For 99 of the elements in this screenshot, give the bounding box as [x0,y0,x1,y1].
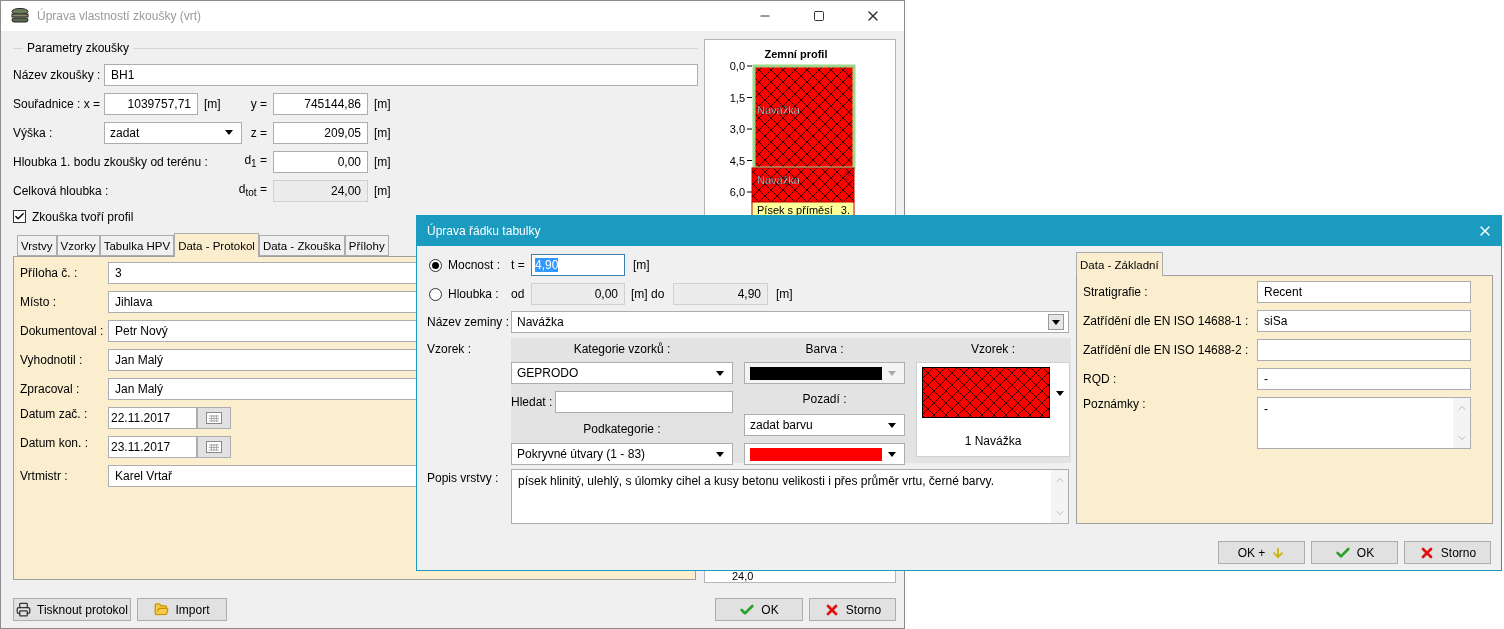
field-label: Zatřídění dle EN ISO 14688-2 : [1083,342,1250,357]
tab[interactable]: Data - Protokol [174,233,259,257]
input-field[interactable]: 4,90 [673,283,768,305]
dropdown-arrow-icon [888,370,896,376]
dropdown-arrow-icon [225,130,233,135]
tab[interactable]: Tabulka HPV [99,235,175,256]
radio-button[interactable] [429,287,442,301]
window-title: Úprava vlastností zkoušky (vrt) [37,9,202,23]
dropdown-arrow-icon [716,370,724,376]
dropdown[interactable]: zadat [104,121,242,144]
calendar-button[interactable] [197,436,231,458]
field-label: Souřadnice : x = [13,96,102,111]
tab[interactable]: Vzorky [56,235,100,256]
unit-label: [m] [373,154,392,169]
field-label: Celková hloubka : [13,183,110,198]
field-label: Stratigrafie : [1083,284,1149,299]
date-field[interactable]: 23.11.2017 [108,436,197,458]
pattern-picker[interactable]: 1 Navážka [916,362,1070,457]
depth-tick-label: 6,0 [729,186,745,198]
depth-tick-label: 3,0 [729,123,745,135]
depth-tick-label: 1,5 [729,91,745,104]
field-label: RQD : [1083,371,1118,386]
dropdown-arrow-icon [888,451,896,457]
tab[interactable]: Vrstvy [17,235,57,256]
radio-button[interactable] [429,258,442,272]
calendar-button[interactable] [197,407,231,429]
dialog-title: Úprava řádku tabulky [427,224,541,238]
dropdown[interactable]: Pokryvné útvary (1 - 83) [511,443,733,465]
symbol-label: d$_{1}$ = [243,153,268,170]
field-label: Zatřídění dle EN ISO 14688-1 : [1083,313,1250,328]
field-label: Příloha č. : [20,266,79,280]
import-button[interactable]: Import [137,598,227,621]
dropdown[interactable]: GEPRODO [511,362,733,384]
field-label: Hloubka 1. bodu zkoušky od terénu : [13,154,209,169]
dropdown-arrow-icon [1052,319,1060,325]
cancel-button[interactable]: Storno [809,598,896,621]
tab[interactable]: Data - Zkouška [258,235,345,256]
cancel-button[interactable]: Storno [1404,541,1491,564]
input-field[interactable]: 0,00 [273,150,368,173]
field-label: Dokumentoval : [20,324,105,338]
tab[interactable]: Data - Základní [1076,252,1163,276]
input-field[interactable]: 745144,86 [273,92,368,115]
input-field[interactable]: Recent [1257,281,1471,303]
unit-label: [m] [775,287,794,301]
depth-value: 24,0 [732,570,754,582]
column-heading: Pozadí : [801,392,848,406]
unit-label: [m] [203,96,222,111]
field-label: y = [249,96,268,111]
dropdown-arrow-icon [888,422,896,428]
folder-icon [154,602,170,617]
input-field[interactable] [1257,339,1471,361]
printer-icon [16,602,32,617]
calendar-icon [206,441,222,453]
calendar-icon [206,412,222,424]
depth-tick-label: 0,0 [729,60,745,72]
input-field[interactable]: - [1257,368,1471,390]
unit-label: [m] [373,183,392,198]
input-field[interactable]: 0,00 [531,283,625,305]
input-field[interactable]: BH1 [104,63,698,86]
field-label: Zpracoval : [20,382,81,396]
pattern-caption: 1 Navážka [964,434,1022,448]
field-label: Název zkoušky : [13,67,102,82]
checkbox[interactable] [13,210,26,223]
field-label: Datum kon. : [20,436,90,450]
unit-label: [m] [373,125,392,140]
field-label: Vrtmistr : [20,469,69,483]
column-heading: Podkategorie : [582,422,662,436]
field-label: Místo : [20,295,57,309]
print-button[interactable]: Tisknout protokol [13,598,131,621]
ok-button[interactable]: OK [715,598,803,621]
unit-label: [m] [373,96,392,111]
dropdown-arrow-icon [716,451,724,457]
field-label: z = [249,125,268,140]
profile-title: Zemní profil [764,48,828,60]
date-field[interactable]: 22.11.2017 [108,407,197,429]
input-field[interactable]: siSa [1257,310,1471,332]
search-field[interactable] [555,391,733,413]
checkbox-label: Zkouška tvoří profil [32,209,134,224]
field-label: Poznámky : [1083,397,1147,411]
depth-tick-label: 4,5 [729,154,745,167]
field-label: Výška : [13,125,54,140]
field-label: Popis vrstvy : [427,470,500,485]
dropdown[interactable]: zadat barvu [744,414,905,436]
color-dropdown[interactable] [744,443,905,465]
input-field[interactable]: 209,05 [273,121,368,144]
field-label: Vyhodnotil : [20,353,84,367]
tab[interactable]: Přílohy [344,235,389,256]
ok-button[interactable]: OK [1311,541,1398,564]
column-heading: Barva : [804,342,845,356]
symbol-label: d$_{tot}$ = [237,182,268,199]
app-icon [11,8,29,24]
column-heading: Vzorek : [970,342,1016,356]
ok-next-button[interactable]: OK + [1218,541,1305,564]
soil-layer[interactable]: Písek s příměsí 3. [751,201,855,216]
group-title: Parametry zkoušky [27,41,130,55]
field-label: Datum zač. : [20,407,89,421]
input-field[interactable]: 1039757,71 [104,92,198,115]
dropdown[interactable]: Navážka [511,311,1069,333]
maximize-icon[interactable] [813,10,825,22]
